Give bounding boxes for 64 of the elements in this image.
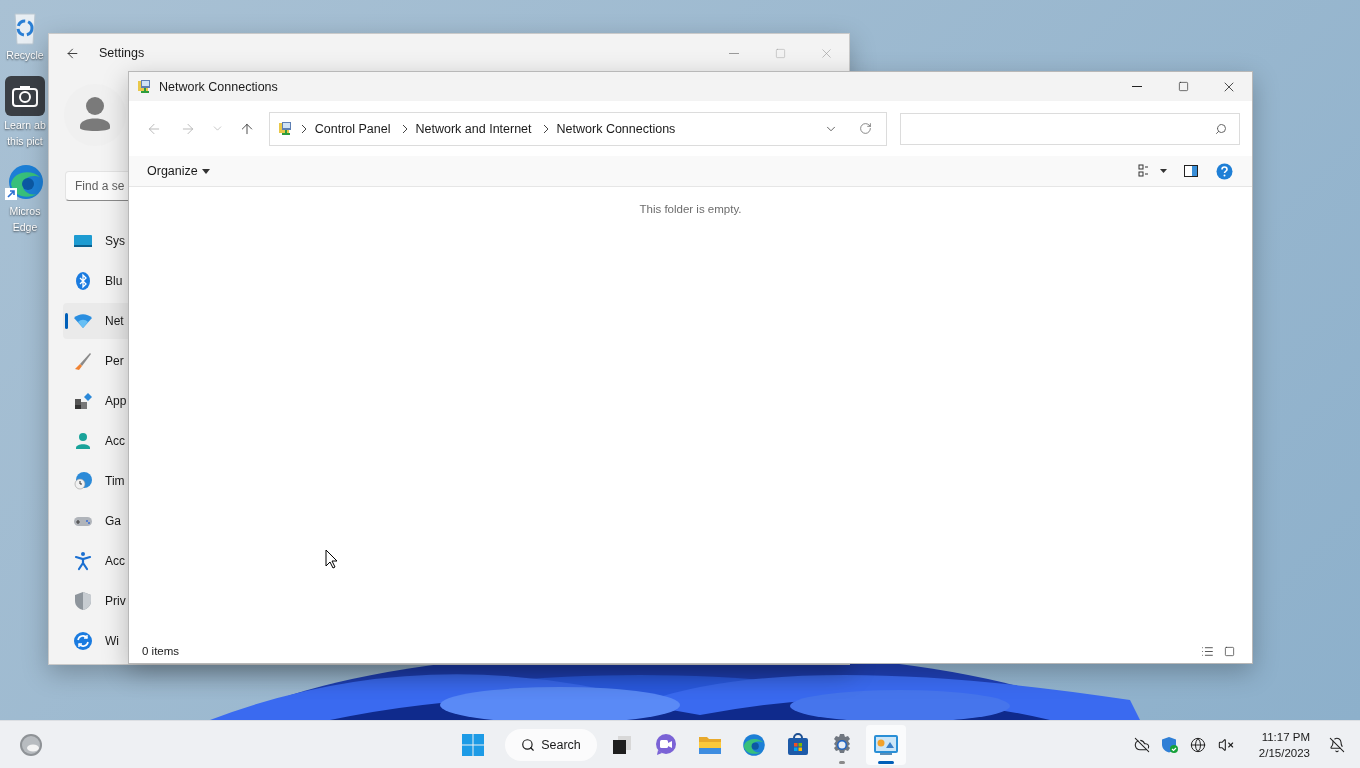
mouse-pointer-icon [325,549,339,569]
maximize-icon [1177,81,1189,92]
address-bar[interactable]: Control Panel Network and Internet Network Connections [268,111,887,146]
nav-item[interactable]: Tim [63,463,129,499]
bell-glyph [1329,736,1345,753]
search-button[interactable]: Search [505,728,597,761]
nav-item[interactable]: Ga [63,503,129,539]
nav-item[interactable]: Per [63,343,129,379]
nav-item[interactable]: Net [63,303,129,339]
nav-item[interactable]: App [63,383,129,419]
nav-item[interactable]: Acc [63,423,129,459]
network-folder-icon [277,120,294,137]
nav-item[interactable]: Wi [63,623,129,659]
breadcrumb[interactable]: Network and Internet [411,121,536,136]
square-icon [1223,645,1235,657]
caret-icon [201,168,210,174]
brush-icon [73,351,93,371]
globe-clock-icon [73,471,93,491]
nav-item[interactable]: Sys [63,223,129,259]
chevron-right-icon [299,123,308,134]
nav-item[interactable]: Blu [63,263,129,299]
store-icon [786,732,810,757]
shield-glyph [1160,735,1179,754]
window-title: Settings [99,46,146,60]
help-icon [1215,162,1233,180]
breadcrumb[interactable]: Control Panel [310,121,395,136]
edge-icon [742,732,766,757]
organize-menu[interactable]: Organize [139,161,218,181]
weather-icon [18,731,44,758]
chevron-right-icon [541,123,550,134]
speaker-muted-glyph [1217,736,1234,753]
apps-icon [73,391,93,411]
empty-folder-message: This folder is empty. [639,203,742,215]
cloud-off-glyph [1133,736,1150,753]
item-count: 0 items [142,645,181,657]
chevron-right-icon [400,123,409,134]
windows-logo-icon [461,732,485,757]
nav-item[interactable]: Acc [63,543,129,579]
sync-icon [73,631,93,651]
refresh-icon [859,122,873,135]
search-field[interactable] [899,112,1240,145]
bluetooth-icon [73,271,93,291]
preview-pane-icon [1184,165,1198,177]
search-icon [521,737,536,752]
breadcrumb[interactable]: Network Connections [552,121,680,136]
globe-glyph [1189,736,1206,753]
view-options-icon [1138,164,1168,178]
person-icon [79,96,111,134]
maximize-icon [774,47,786,59]
list-icon [1200,644,1214,658]
camera-icon [5,76,45,116]
window-title: Network Connections [159,79,278,94]
shield-icon [73,591,93,611]
person-icon [73,431,93,451]
network-folder-icon [137,78,153,95]
edge-icon [5,162,45,202]
taskbar-app-button[interactable] [866,724,906,765]
search-icon [1215,122,1227,135]
nav-item[interactable]: Priv [63,583,129,619]
chat-icon [654,732,678,757]
minimize-icon [729,52,739,54]
minimize-icon [1132,86,1142,87]
clock[interactable]: 11:17 PM 2/15/2023 [1258,728,1310,761]
accessibility-icon [73,551,93,571]
